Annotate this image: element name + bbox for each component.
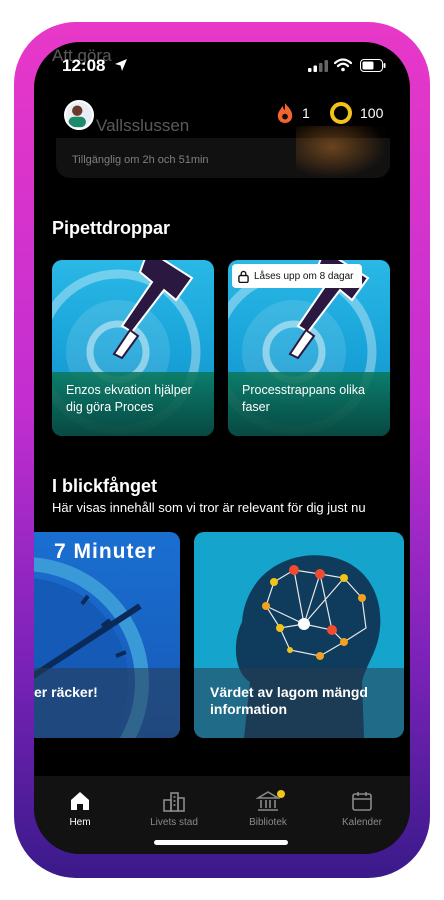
- coin-counter[interactable]: 100: [330, 102, 383, 124]
- nav-label: Kalender: [341, 817, 383, 828]
- flame-icon: [277, 103, 293, 123]
- streak-counter[interactable]: 1: [276, 102, 310, 124]
- spotlight-card[interactable]: Värdet av lagom mängd information: [194, 532, 404, 738]
- spotlight-card-label: er räcker!: [34, 684, 98, 700]
- ghost-task-title: Vallsslussen: [96, 116, 190, 135]
- home-indicator[interactable]: [154, 840, 288, 845]
- lock-text: Låses upp om 8 dagar: [254, 270, 354, 282]
- pipette-card[interactable]: Enzos ekvation hjälper dig göra Proces: [52, 260, 214, 436]
- status-bar: 12:08: [34, 42, 410, 86]
- city-icon: [163, 792, 185, 812]
- streak-count: 1: [302, 105, 310, 121]
- pipette-card-label: Enzos ekvation hjälper dig göra Proces: [66, 383, 192, 414]
- spotlight-banner: 7 Minuter: [54, 540, 157, 563]
- nav-item-livets-stad[interactable]: Livets stad: [134, 790, 214, 828]
- status-time: 12:08: [62, 56, 106, 75]
- lock-badge: Låses upp om 8 dagar: [232, 264, 362, 288]
- user-avatar-icon: [68, 105, 86, 128]
- coin-icon: [330, 102, 352, 124]
- wifi-icon: [334, 58, 352, 72]
- notification-badge: [277, 790, 285, 798]
- spotlight-card[interactable]: 7 Minuter er räcker!: [34, 532, 180, 738]
- section-title-pipettdroppar: Pipettdroppar: [52, 218, 171, 238]
- signal-icon: [308, 60, 328, 72]
- nav-label: Hem: [69, 817, 91, 828]
- section-subtitle-spotlight: Här visas innehåll som vi tror är releva…: [52, 500, 366, 515]
- section-title-spotlight: I blickfånget: [52, 476, 158, 496]
- location-arrow-icon: [115, 59, 127, 71]
- nav-item-kalender[interactable]: Kalender: [322, 790, 402, 828]
- nav-label: Bibliotek: [249, 817, 287, 828]
- nav-item-bibliotek[interactable]: Bibliotek: [228, 790, 308, 828]
- spotlight-card-label: Värdet av lagom mängd information: [210, 684, 368, 717]
- pipette-card-locked[interactable]: Låses upp om 8 dagar Processtrappans oli…: [228, 260, 390, 436]
- nav-label: Livets stad: [150, 817, 198, 828]
- lock-icon: [238, 270, 249, 283]
- lantern-image: [296, 126, 386, 178]
- coin-count: 100: [360, 105, 384, 121]
- calendar-icon: [352, 792, 372, 811]
- nav-item-hem[interactable]: Hem: [40, 790, 120, 828]
- home-icon: [71, 792, 89, 810]
- pipette-card-label: Processtrappans olika faser: [242, 383, 365, 414]
- avatar[interactable]: [64, 100, 94, 130]
- card-label-background: [34, 668, 180, 738]
- app-screen: Att göra Vallsslussen Tillgänglig om 2h …: [34, 42, 410, 854]
- battery-icon: [360, 59, 386, 72]
- ghost-availability: Tillgänglig om 2h och 51min: [72, 154, 209, 166]
